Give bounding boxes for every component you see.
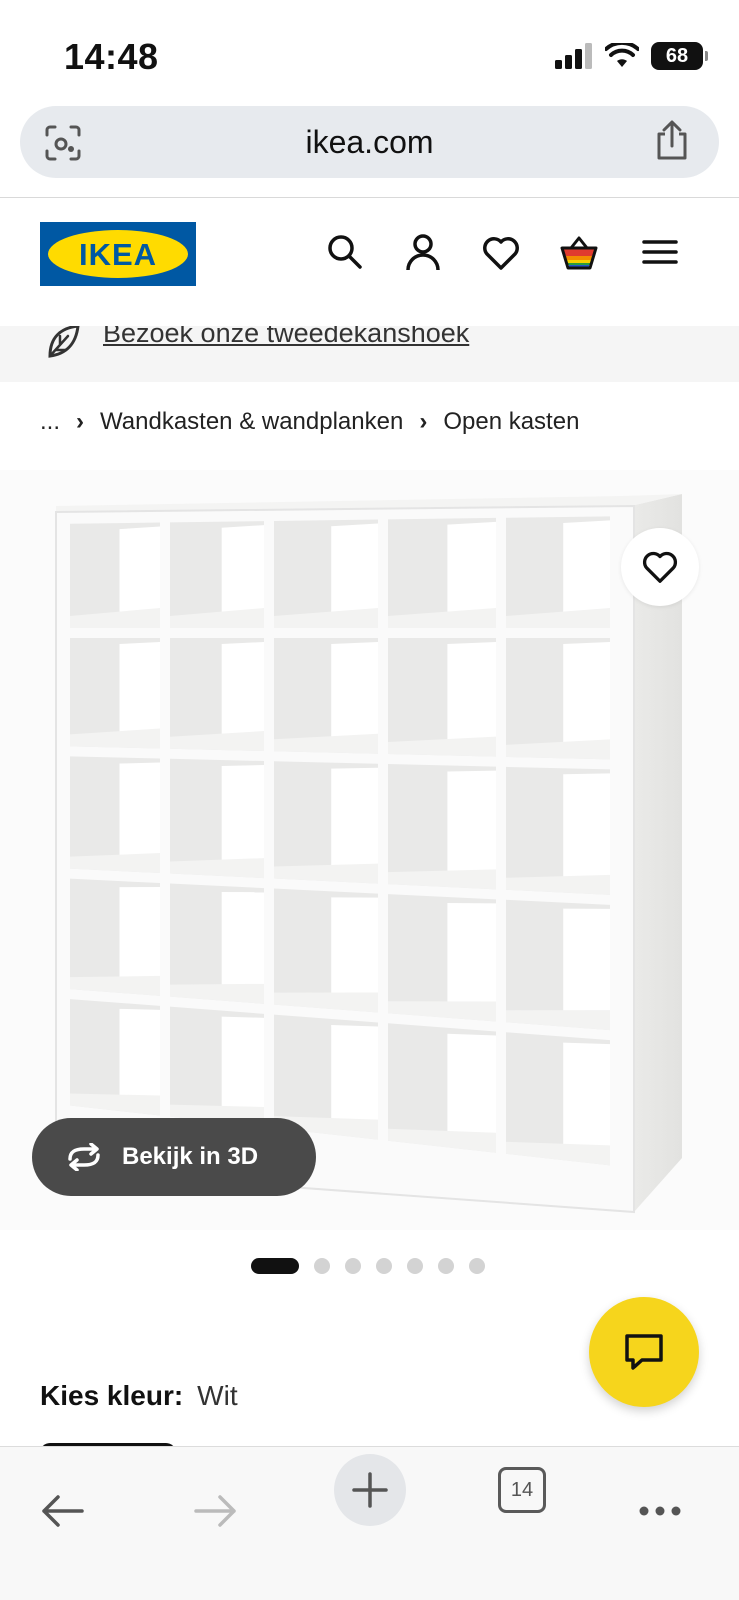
shelf-cube-opening <box>447 902 496 1004</box>
shelf-cube-opening <box>331 523 378 614</box>
svg-text:IKEA: IKEA <box>79 237 157 272</box>
tab-count: 14 <box>510 1478 534 1501</box>
shelf-cube-opening <box>331 767 378 868</box>
shelf-cube-opening <box>447 642 496 742</box>
shelf-cube-opening <box>563 1042 610 1148</box>
carousel-dot[interactable] <box>314 1258 330 1274</box>
shelf-cube-opening <box>563 520 610 614</box>
view-in-3d-label: Bekijk in 3D <box>122 1143 259 1170</box>
search-icon[interactable] <box>325 232 365 272</box>
shelf-cube-opening <box>119 887 160 979</box>
breadcrumb-ellipsis[interactable]: ... <box>40 408 60 436</box>
battery-indicator: 68 <box>651 42 708 70</box>
shelf-cube-opening <box>563 908 610 1013</box>
chevron-right-icon: › <box>419 408 428 435</box>
add-to-favorites-button[interactable] <box>621 528 699 606</box>
leaf-circular-icon <box>48 326 80 358</box>
carousel-dot[interactable] <box>469 1258 485 1274</box>
breadcrumb: ... › Wandkasten & wandplanken › Open ka… <box>40 408 579 436</box>
second-chance-link[interactable]: Bezoek onze tweedekanshoek <box>103 326 469 349</box>
page-tools-icon[interactable] <box>44 124 82 162</box>
wifi-icon <box>605 43 639 67</box>
chat-bubble-icon <box>625 1334 663 1370</box>
battery-level: 68 <box>665 44 689 67</box>
shelf-cube-opening <box>331 642 378 739</box>
shelf-cube-opening <box>119 526 160 614</box>
address-bar[interactable]: ikea.com <box>20 106 719 178</box>
shelf-cube-opening <box>563 773 610 879</box>
shelf-cube-opening <box>563 642 610 745</box>
account-icon[interactable] <box>403 232 443 272</box>
carousel-dot[interactable] <box>376 1258 392 1274</box>
status-icons: 68 <box>555 42 708 70</box>
shelf-cube-opening <box>447 1033 496 1135</box>
color-label: Kies kleur: <box>40 1380 184 1411</box>
cellular-signal-icon <box>555 43 592 69</box>
address-url[interactable]: ikea.com <box>305 124 433 161</box>
chat-support-button[interactable] <box>589 1297 699 1407</box>
menu-hamburger-icon[interactable] <box>640 232 680 272</box>
view-in-3d-button[interactable]: Bekijk in 3D <box>32 1118 316 1196</box>
carousel-dot[interactable] <box>345 1258 361 1274</box>
carousel-dot[interactable] <box>438 1258 454 1274</box>
shelf-cube-opening <box>221 1016 264 1110</box>
shelf-cube-opening <box>221 765 264 863</box>
shelf-cube-opening <box>331 897 378 995</box>
site-header: IKEA <box>0 198 739 326</box>
color-value: Wit <box>197 1380 238 1411</box>
carousel-dot[interactable] <box>407 1258 423 1274</box>
shelf-cube-opening <box>447 770 496 873</box>
plus-icon <box>352 1472 388 1508</box>
new-tab-button[interactable] <box>334 1454 406 1526</box>
shelf-cube-opening <box>119 1008 160 1098</box>
shelf-cube-opening <box>119 642 160 734</box>
share-icon[interactable] <box>653 120 691 162</box>
shelf-cube-opening <box>119 762 160 858</box>
rotate-3d-icon <box>68 1143 100 1171</box>
image-carousel-indicator <box>251 1258 485 1274</box>
tab-switcher-button[interactable]: 14 <box>498 1467 546 1513</box>
more-options-icon[interactable] <box>636 1487 684 1535</box>
ikea-logo[interactable]: IKEA <box>40 222 196 286</box>
shelf-cube-opening <box>221 892 264 987</box>
shelf-cube-opening <box>221 525 264 614</box>
promo-banner[interactable]: Bezoek onze tweedekanshoek <box>0 326 739 382</box>
color-selector: Kies kleur: Wit <box>40 1380 238 1412</box>
forward-arrow-icon[interactable] <box>192 1487 240 1535</box>
shelf-cube-opening <box>331 1024 378 1122</box>
status-bar: 14:48 68 <box>0 0 739 100</box>
back-arrow-icon[interactable] <box>38 1487 86 1535</box>
shelf-cube-opening <box>447 521 496 614</box>
breadcrumb-item[interactable]: Open kasten <box>443 408 579 436</box>
status-time: 14:48 <box>64 36 159 77</box>
heart-icon <box>642 551 678 583</box>
wishlist-heart-icon[interactable] <box>481 232 521 272</box>
shelf-cube-opening <box>221 642 264 737</box>
breadcrumb-item[interactable]: Wandkasten & wandplanken <box>100 408 403 436</box>
shopping-basket-icon[interactable] <box>559 232 599 272</box>
carousel-dot-active[interactable] <box>251 1258 299 1274</box>
chevron-right-icon: › <box>76 408 85 435</box>
